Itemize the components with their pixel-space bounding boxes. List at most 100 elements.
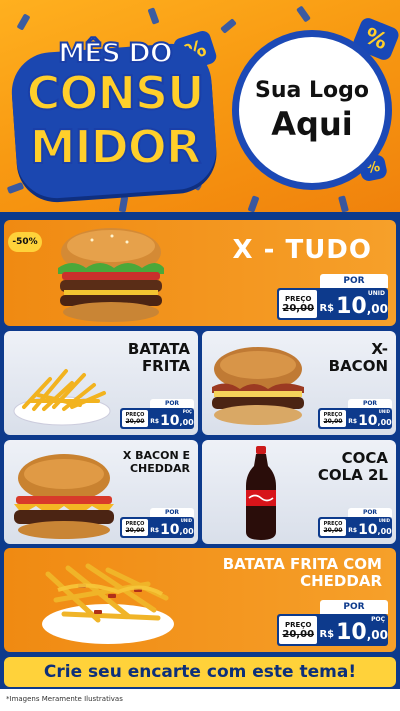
currency: R$ [150,527,160,534]
confetti-decoration [338,195,349,212]
product-name-line2: BACON [328,357,388,376]
product-card-x-tudo: -50% X - TUDO POR PREÇO 20,00 R$ 10 ,00 … [4,220,396,326]
price-tag: POR PREÇO 20,00 R$ 10 ,00 POÇ [120,399,194,429]
confetti-decoration [147,7,160,25]
price-decimal: ,00 [366,628,388,642]
product-name-line2: CHEDDAR [300,572,382,591]
confetti-decoration [247,195,260,212]
product-card-x-bacon: X- BACON POR PREÇO 20,00 R$ 10 ,00 UNID [202,331,396,435]
product-name: BATATA FRITA [127,340,190,376]
price-integer: 10 [160,522,180,538]
por-label: POR [348,508,392,517]
por-label: POR [320,600,388,614]
por-label: POR [320,274,388,288]
product-card-batata-cheddar: BATATA FRITA COM CHEDDAR POR PREÇO 20,00… [4,548,396,652]
product-name-line2: COLA 2L [317,466,388,485]
currency: R$ [150,418,160,425]
old-price-value: 20,00 [282,302,315,314]
confetti-decoration [296,5,311,23]
price-integer: 10 [336,620,367,645]
confetti-decoration [220,18,237,34]
price-tag: POR PREÇO 20,00 R$ 10 ,00 POÇ [277,600,388,646]
price-integer: 10 [160,413,180,429]
new-price: R$ 10 ,00 UNID [348,408,392,429]
price-tag: POR PREÇO 20,00 R$ 10 ,00 UNID [318,508,392,538]
price-decimal: ,00 [179,418,194,427]
new-price: R$ 10 ,00 UNID [150,517,194,538]
header-banner: % % % MÊS DO CONSU MIDOR Sua Logo Aqui [0,0,400,212]
logo-placeholder: Sua Logo Aqui [232,30,392,190]
old-price: PREÇO 20,00 [279,616,318,644]
price-box: PREÇO 20,00 R$ 10 ,00 UNID [318,408,392,429]
price-tag: POR PREÇO 20,00 R$ 10 ,00 UNID [277,274,388,320]
product-name: X BACON E CHEDDAR [122,449,190,475]
price-unit: POÇ [182,409,192,414]
product-name-line1: COCA [341,449,388,467]
old-price: PREÇO 20,00 [122,519,148,536]
preco-label: PREÇO [285,620,312,629]
cheddar-fries-image [42,563,174,644]
price-box: PREÇO 20,00 R$ 10 ,00 POÇ [277,614,388,646]
cheddar-burger-image [14,454,114,539]
price-integer: 10 [358,413,378,429]
price-box: PREÇO 20,00 R$ 10 ,00 POÇ [120,408,194,429]
old-price: PREÇO 20,00 [320,410,346,427]
old-price-value: 20,00 [282,628,315,640]
new-price: R$ 10 ,00 UNID [348,517,392,538]
badge-line1: MÊS DO [57,37,174,70]
price-box: PREÇO 20,00 R$ 10 ,00 UNID [277,288,388,320]
cola-bottle-image [246,446,276,540]
fries-image [13,369,111,426]
por-label: POR [150,508,194,517]
old-price-value: 20,00 [125,527,145,534]
price-unit: UNID [378,518,390,523]
price-unit: UNID [378,409,390,414]
old-price-value: 20,00 [125,418,145,425]
product-name-line1: X BACON E [122,449,190,462]
old-price-value: 20,00 [323,418,343,425]
product-name: COCA COLA 2L [317,449,388,485]
currency: R$ [348,527,358,534]
bacon-burger-image [212,347,304,425]
product-card-batata-frita: BATATA FRITA POR PREÇO 20,00 R$ 10 ,00 P… [4,331,198,435]
currency: R$ [319,303,335,314]
por-label: POR [348,399,392,408]
price-box: PREÇO 20,00 R$ 10 ,00 UNID [120,517,194,538]
price-decimal: ,00 [377,418,392,427]
price-decimal: ,00 [377,527,392,536]
product-name: X- BACON [328,340,388,376]
logo-line1: Sua Logo [254,77,369,103]
burger-image [58,228,164,322]
price-unit: POÇ [371,616,385,623]
price-integer: 10 [336,294,367,319]
price-unit: UNID [367,290,385,297]
badge-line3: MIDOR [29,119,203,175]
preco-label: PREÇO [285,294,312,303]
price-tag: POR PREÇO 20,00 R$ 10 ,00 UNID [120,508,194,538]
old-price: PREÇO 20,00 [320,519,346,536]
price-decimal: ,00 [179,527,194,536]
currency: R$ [319,629,335,640]
price-tag: POR PREÇO 20,00 R$ 10 ,00 UNID [318,399,392,429]
por-label: POR [150,399,194,408]
new-price: R$ 10 ,00 POÇ [319,614,388,646]
old-price: PREÇO 20,00 [122,410,148,427]
product-card-coca-cola: COCA COLA 2L POR PREÇO 20,00 R$ 10 ,00 U… [202,440,396,544]
cta-banner[interactable]: Crie seu encarte com este tema! [4,657,396,687]
footnote: *Imagens Meramente Ilustrativas [0,689,400,711]
old-price-value: 20,00 [323,527,343,534]
campaign-badge: MÊS DO CONSU MIDOR [8,28,222,201]
price-integer: 10 [358,522,378,538]
product-name: X - TUDO [232,235,372,265]
product-name-line1: X- [371,340,388,358]
new-price: R$ 10 ,00 POÇ [150,408,194,429]
new-price: R$ 10 ,00 UNID [319,288,388,320]
product-name-line1: BATATA [127,340,190,358]
old-price: PREÇO 20,00 [279,290,318,318]
confetti-decoration [118,195,129,212]
price-unit: UNID [180,518,192,523]
badge-line2: CONSU [26,65,206,121]
logo-line2: Aqui [271,104,353,143]
currency: R$ [348,418,358,425]
discount-badge: -50% [8,232,42,252]
